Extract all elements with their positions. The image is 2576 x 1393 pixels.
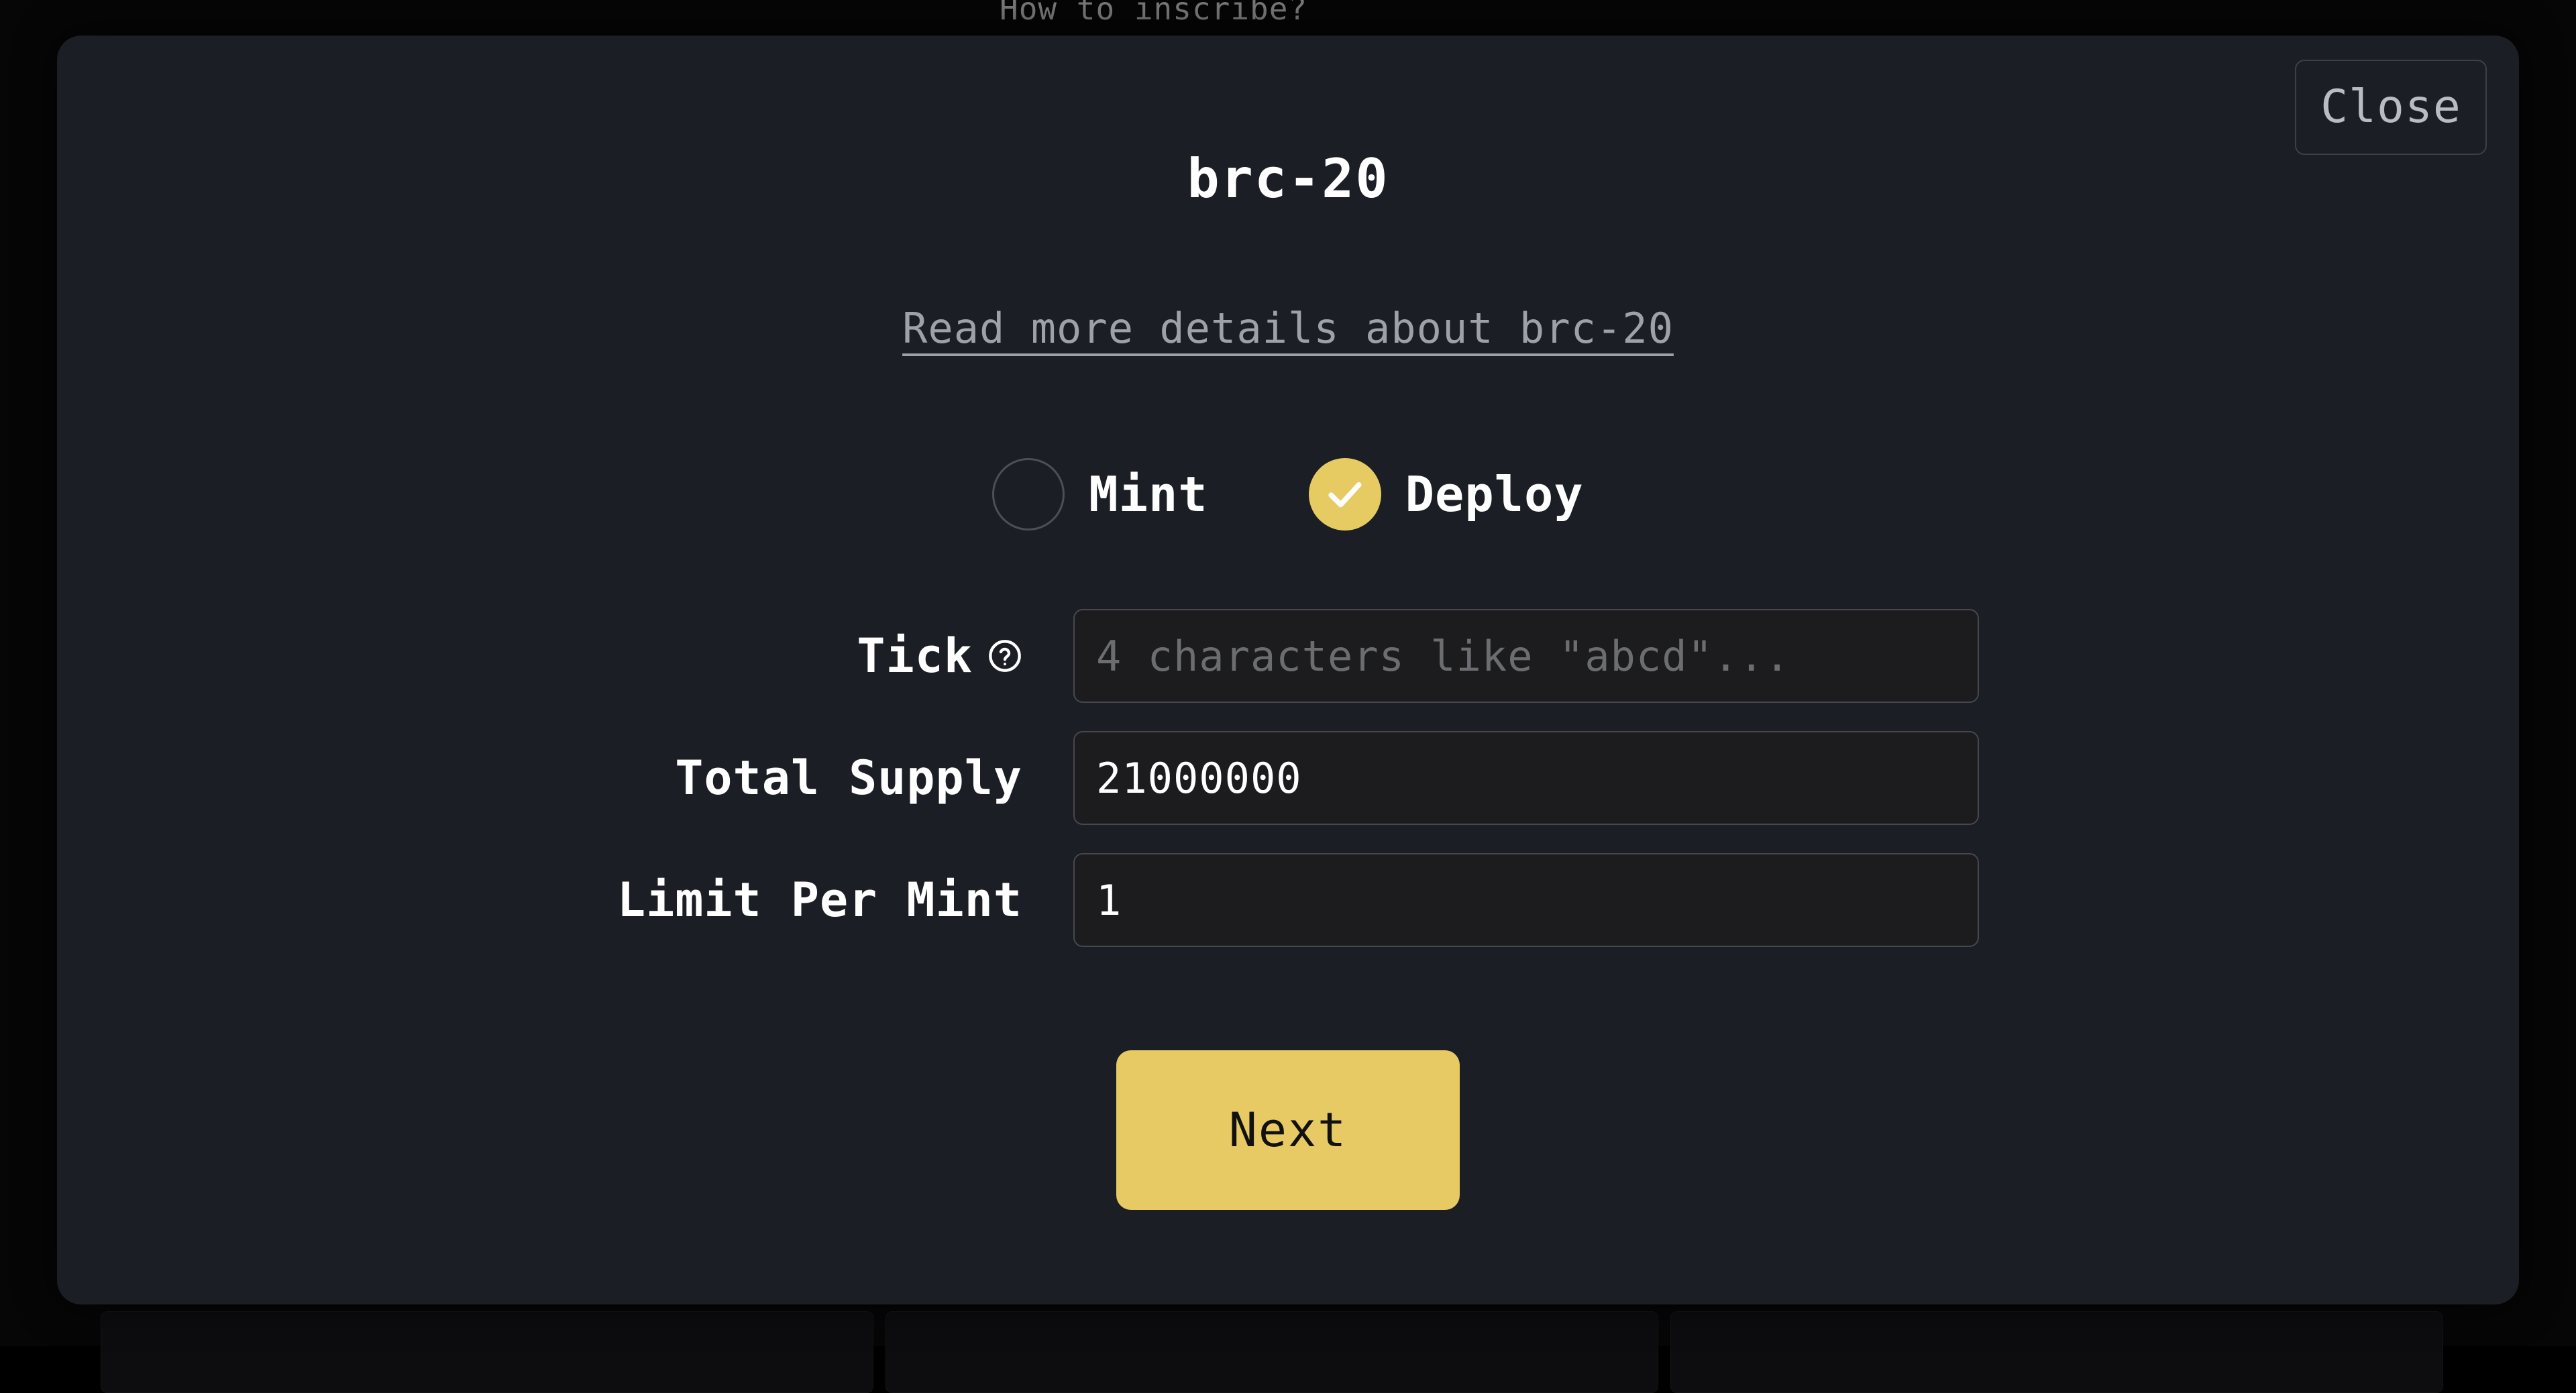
background-card bbox=[885, 1311, 1658, 1393]
help-circle-icon[interactable] bbox=[987, 638, 1022, 673]
mode-radio-group: Mint Deploy bbox=[57, 458, 2519, 531]
field-label-tick-text: Tick bbox=[857, 628, 973, 683]
radio-option-mint[interactable]: Mint bbox=[992, 458, 1208, 531]
field-label-tick: Tick bbox=[597, 628, 1073, 683]
form-row-tick: Tick bbox=[57, 609, 2519, 703]
brc20-modal: Close brc-20 Read more details about brc… bbox=[57, 36, 2519, 1304]
radio-option-deploy[interactable]: Deploy bbox=[1309, 458, 1584, 531]
form-row-total-supply: Total Supply bbox=[57, 731, 2519, 825]
field-label-limit-per-mint-text: Limit Per Mint bbox=[617, 873, 1022, 928]
next-button[interactable]: Next bbox=[1116, 1050, 1460, 1210]
tick-input[interactable] bbox=[1073, 609, 1979, 703]
background-card bbox=[1670, 1311, 2443, 1393]
limit-per-mint-input[interactable] bbox=[1073, 853, 1979, 947]
radio-label-deploy: Deploy bbox=[1405, 466, 1584, 522]
next-button-container: Next bbox=[57, 1050, 2519, 1210]
close-button[interactable]: Close bbox=[2295, 60, 2487, 155]
form-row-limit-per-mint: Limit Per Mint bbox=[57, 853, 2519, 947]
page-title: brc-20 bbox=[57, 148, 2519, 210]
total-supply-input[interactable] bbox=[1073, 731, 1979, 825]
radio-unchecked-icon[interactable] bbox=[992, 458, 1065, 531]
radio-label-mint: Mint bbox=[1089, 466, 1208, 522]
deploy-form: Tick Total Supply Limit Per Mint bbox=[57, 609, 2519, 975]
radio-checked-icon[interactable] bbox=[1309, 458, 1381, 531]
read-more-details-link[interactable]: Read more details about brc-20 bbox=[57, 304, 2519, 353]
background-heading: How to inscribe? bbox=[1000, 0, 1603, 35]
field-label-total-supply-text: Total Supply bbox=[675, 750, 1022, 805]
background-card bbox=[101, 1311, 873, 1393]
field-label-total-supply: Total Supply bbox=[597, 750, 1073, 805]
field-label-limit-per-mint: Limit Per Mint bbox=[597, 873, 1073, 928]
